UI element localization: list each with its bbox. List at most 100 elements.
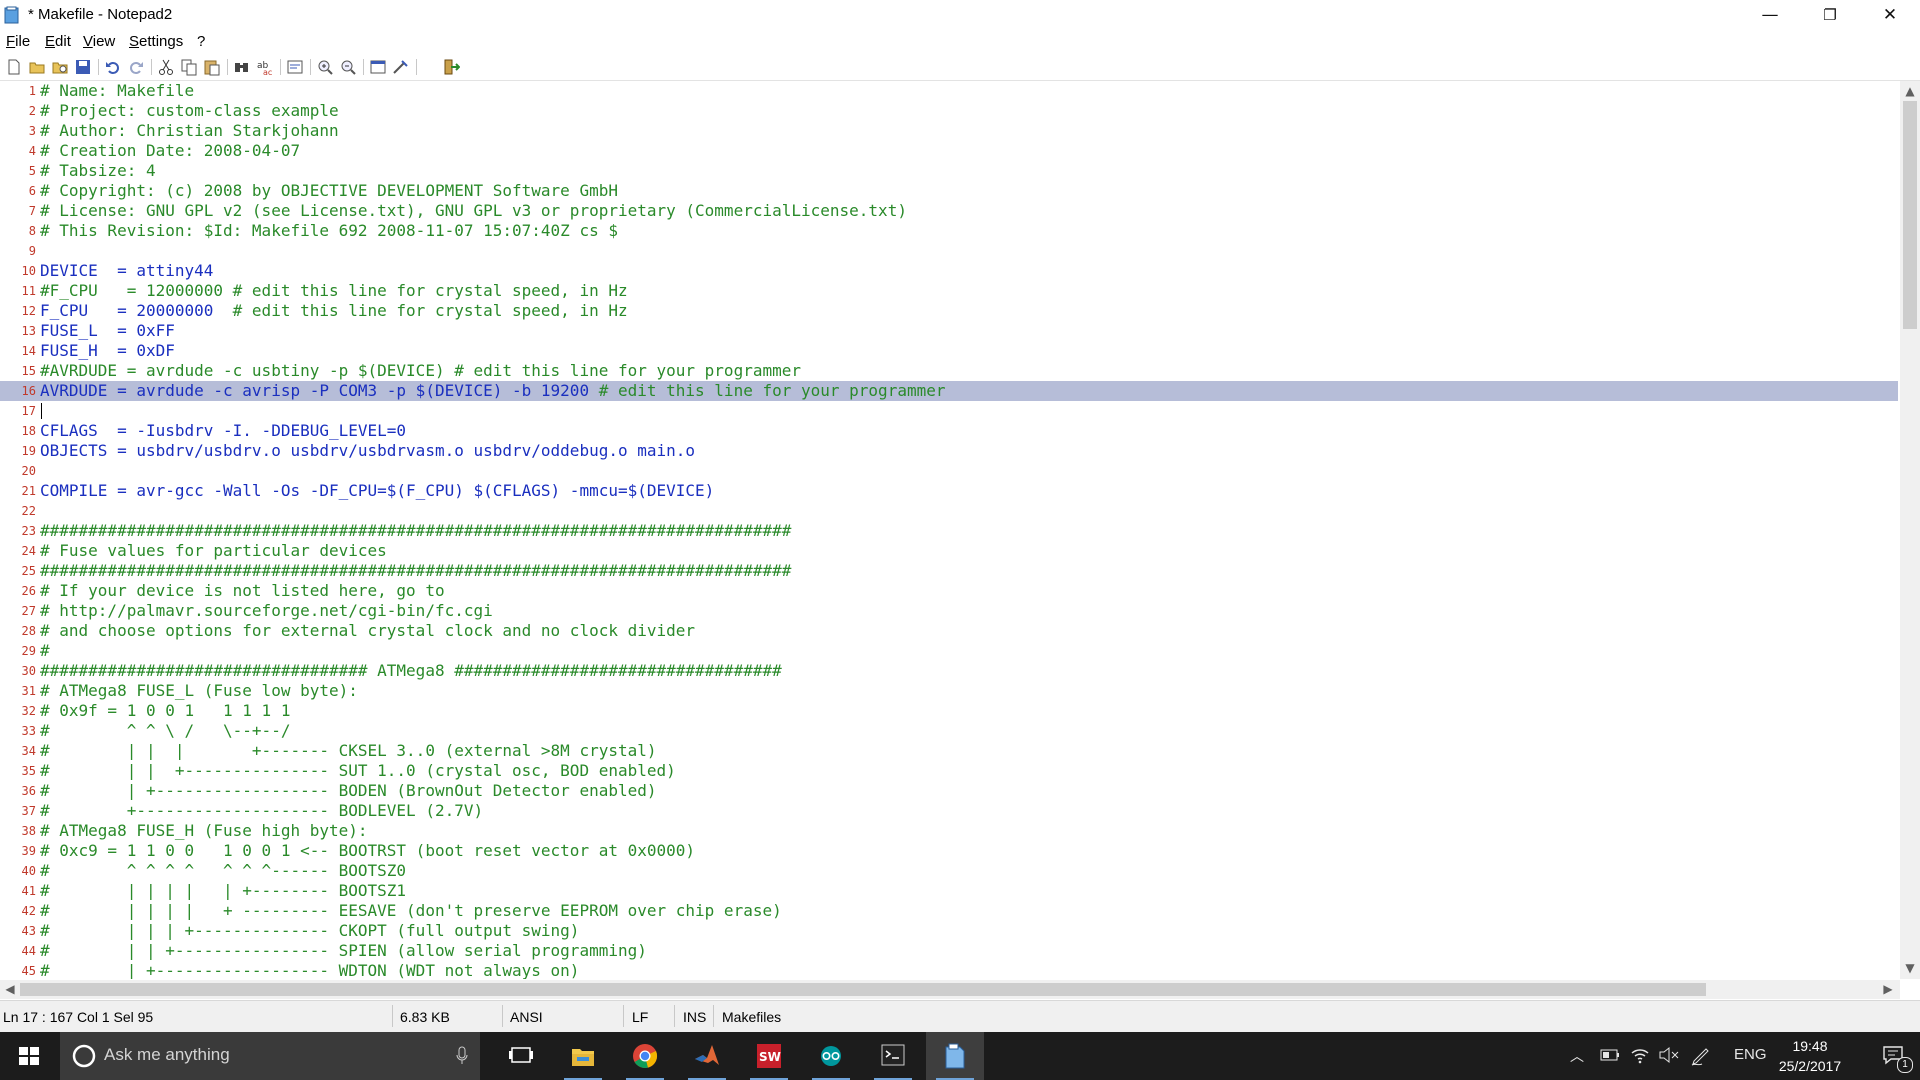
- vertical-scrollbar[interactable]: ▲ ▼: [1900, 81, 1920, 979]
- status-scheme[interactable]: Makefiles: [722, 1009, 781, 1025]
- undo-icon[interactable]: [104, 58, 122, 76]
- menu-settings[interactable]: Settings: [129, 33, 183, 50]
- cut-icon[interactable]: [157, 58, 175, 76]
- editor-line[interactable]: 9: [0, 241, 1898, 261]
- menu-edit[interactable]: Edit: [45, 33, 71, 50]
- editor-line[interactable]: 28 # and choose options for external crys…: [0, 621, 1898, 641]
- status-encoding[interactable]: ANSI: [510, 1009, 543, 1025]
- scroll-left-icon[interactable]: ◀: [0, 982, 20, 996]
- editor-line[interactable]: 44 # | | +---------------- SPIEN (allow s…: [0, 941, 1898, 961]
- editor-line[interactable]: 14 FUSE_H = 0xDF: [0, 341, 1898, 361]
- restore-button[interactable]: ❐: [1800, 0, 1860, 30]
- clock[interactable]: 19:48 25/2/2017: [1760, 1036, 1860, 1076]
- scroll-down-icon[interactable]: ▼: [1900, 961, 1920, 975]
- editor-line[interactable]: 38 # ATMega8 FUSE_H (Fuse high byte):: [0, 821, 1898, 841]
- volume-muted-icon[interactable]: [1658, 1046, 1680, 1064]
- search-box[interactable]: Ask me anything: [60, 1032, 480, 1080]
- redo-icon[interactable]: [127, 58, 145, 76]
- scroll-right-icon[interactable]: ▶: [1878, 982, 1898, 996]
- status-eol[interactable]: LF: [632, 1009, 648, 1025]
- editor-line[interactable]: 40 # ^ ^ ^ ^ ^ ^ ^------ BOOTSZ0: [0, 861, 1898, 881]
- menu-help[interactable]: ?: [197, 33, 205, 50]
- editor-line[interactable]: 17: [0, 401, 1898, 421]
- editor-line[interactable]: 35 # | | +--------------- SUT 1..0 (cryst…: [0, 761, 1898, 781]
- microphone-icon[interactable]: [455, 1046, 469, 1066]
- replace-icon[interactable]: abac: [256, 58, 274, 76]
- pen-workspace-icon[interactable]: [1690, 1045, 1712, 1067]
- task-view-icon[interactable]: [492, 1032, 550, 1080]
- taskbar-terminal[interactable]: [864, 1032, 922, 1080]
- editor-line[interactable]: 3 # Author: Christian Starkjohann: [0, 121, 1898, 141]
- open-icon[interactable]: [28, 58, 46, 76]
- zoom-in-icon[interactable]: [316, 58, 334, 76]
- taskbar-matlab[interactable]: [678, 1032, 736, 1080]
- editor-line[interactable]: 29 #: [0, 641, 1898, 661]
- editor-line[interactable]: 26 # If your device is not listed here, g…: [0, 581, 1898, 601]
- editor-line[interactable]: 13 FUSE_L = 0xFF: [0, 321, 1898, 341]
- editor-line[interactable]: 21 COMPILE = avr-gcc -Wall -Os -DF_CPU=$(…: [0, 481, 1898, 501]
- copy-icon[interactable]: [180, 58, 198, 76]
- status-mode[interactable]: INS: [683, 1009, 706, 1025]
- editor-line[interactable]: 16 AVRDUDE = avrdude -c avrisp -P COM3 -p…: [0, 381, 1898, 401]
- action-center-button[interactable]: 1: [1868, 1032, 1920, 1080]
- editor-line[interactable]: 22: [0, 501, 1898, 521]
- taskbar-chrome[interactable]: [616, 1032, 674, 1080]
- editor-line[interactable]: 8 # This Revision: $Id: Makefile 692 2008…: [0, 221, 1898, 241]
- word-wrap-icon[interactable]: [286, 58, 304, 76]
- find-icon[interactable]: [233, 58, 251, 76]
- menu-file[interactable]: File: [6, 33, 30, 50]
- editor-line[interactable]: 37 # +-------------------- BODLEVEL (2.7V…: [0, 801, 1898, 821]
- editor-line[interactable]: 23 ######################################…: [0, 521, 1898, 541]
- editor-line[interactable]: 42 # | | | | + --------- EESAVE (don't pr…: [0, 901, 1898, 921]
- editor-line[interactable]: 45 # | +------------------ WDTON (WDT not…: [0, 961, 1898, 979]
- editor-line[interactable]: 33 # ^ ^ \ / \--+--/: [0, 721, 1898, 741]
- editor-line[interactable]: 11 #F_CPU = 12000000 # edit this line for…: [0, 281, 1898, 301]
- taskbar-arduino[interactable]: [802, 1032, 860, 1080]
- editor-line[interactable]: 6 # Copyright: (c) 2008 by OBJECTIVE DEVE…: [0, 181, 1898, 201]
- save-icon[interactable]: [74, 58, 92, 76]
- editor-line[interactable]: 27 # http://palmavr.sourceforge.net/cgi-b…: [0, 601, 1898, 621]
- editor-line[interactable]: 32 # 0x9f = 1 0 0 1 1 1 1 1: [0, 701, 1898, 721]
- editor-line[interactable]: 20: [0, 461, 1898, 481]
- editor-line[interactable]: 25 ######################################…: [0, 561, 1898, 581]
- editor-line[interactable]: 31 # ATMega8 FUSE_L (Fuse low byte):: [0, 681, 1898, 701]
- zoom-out-icon[interactable]: [339, 58, 357, 76]
- windows-start-icon[interactable]: [0, 1032, 58, 1080]
- editor-line[interactable]: 7 # License: GNU GPL v2 (see License.txt)…: [0, 201, 1898, 221]
- horizontal-scrollbar[interactable]: ◀ ▶: [0, 980, 1900, 999]
- editor-line[interactable]: 2 # Project: custom-class example: [0, 101, 1898, 121]
- scroll-up-icon[interactable]: ▲: [1900, 84, 1920, 98]
- new-icon[interactable]: [5, 58, 23, 76]
- editor-line[interactable]: 10 DEVICE = attiny44: [0, 261, 1898, 281]
- editor-line[interactable]: 36 # | +------------------ BODEN (BrownOu…: [0, 781, 1898, 801]
- close-button[interactable]: ✕: [1860, 0, 1920, 30]
- editor-line[interactable]: 1 # Name: Makefile: [0, 81, 1898, 101]
- taskbar-notepad2[interactable]: [926, 1032, 984, 1080]
- editor-line[interactable]: 34 # | | | +------- CKSEL 3..0 (external …: [0, 741, 1898, 761]
- editor-line[interactable]: 4 # Creation Date: 2008-04-07: [0, 141, 1898, 161]
- taskbar-file-explorer[interactable]: [554, 1032, 612, 1080]
- editor-line[interactable]: 12 F_CPU = 20000000 # edit this line for …: [0, 301, 1898, 321]
- vertical-scroll-thumb[interactable]: [1903, 101, 1917, 329]
- editor-line[interactable]: 24 # Fuse values for particular devices: [0, 541, 1898, 561]
- editor-line[interactable]: 43 # | | | +-------------- CKOPT (full ou…: [0, 921, 1898, 941]
- customize-icon[interactable]: [392, 58, 410, 76]
- menu-view[interactable]: View: [83, 33, 115, 50]
- editor-line[interactable]: 5 # Tabsize: 4: [0, 161, 1898, 181]
- editor-line[interactable]: 41 # | | | | | +-------- BOOTSZ1: [0, 881, 1898, 901]
- editor-line[interactable]: 19 OBJECTS = usbdrv/usbdrv.o usbdrv/usbdr…: [0, 441, 1898, 461]
- exit-icon[interactable]: [442, 58, 460, 76]
- editor-line[interactable]: 15 #AVRDUDE = avrdude -c usbtiny -p $(DEV…: [0, 361, 1898, 381]
- browse-icon[interactable]: [51, 58, 69, 76]
- editor-line[interactable]: 30 ################################## ATM…: [0, 661, 1898, 681]
- editor-line[interactable]: 39 # 0xc9 = 1 1 0 0 1 0 0 1 <-- BOOTRST (…: [0, 841, 1898, 861]
- taskbar-solidworks[interactable]: SW: [740, 1032, 798, 1080]
- minimize-button[interactable]: —: [1740, 0, 1800, 30]
- text-editor[interactable]: 1 # Name: Makefile 2 # Project: custom-clas…: [0, 81, 1900, 979]
- battery-icon[interactable]: [1600, 1048, 1620, 1062]
- editor-line[interactable]: 18 CFLAGS = -Iusbdrv -I. -DDEBUG_LEVEL=0: [0, 421, 1898, 441]
- show-hidden-icons-icon[interactable]: ︿: [1570, 1046, 1584, 1066]
- wifi-icon[interactable]: [1630, 1045, 1650, 1065]
- horizontal-scroll-thumb[interactable]: [20, 983, 1706, 996]
- paste-icon[interactable]: [203, 58, 221, 76]
